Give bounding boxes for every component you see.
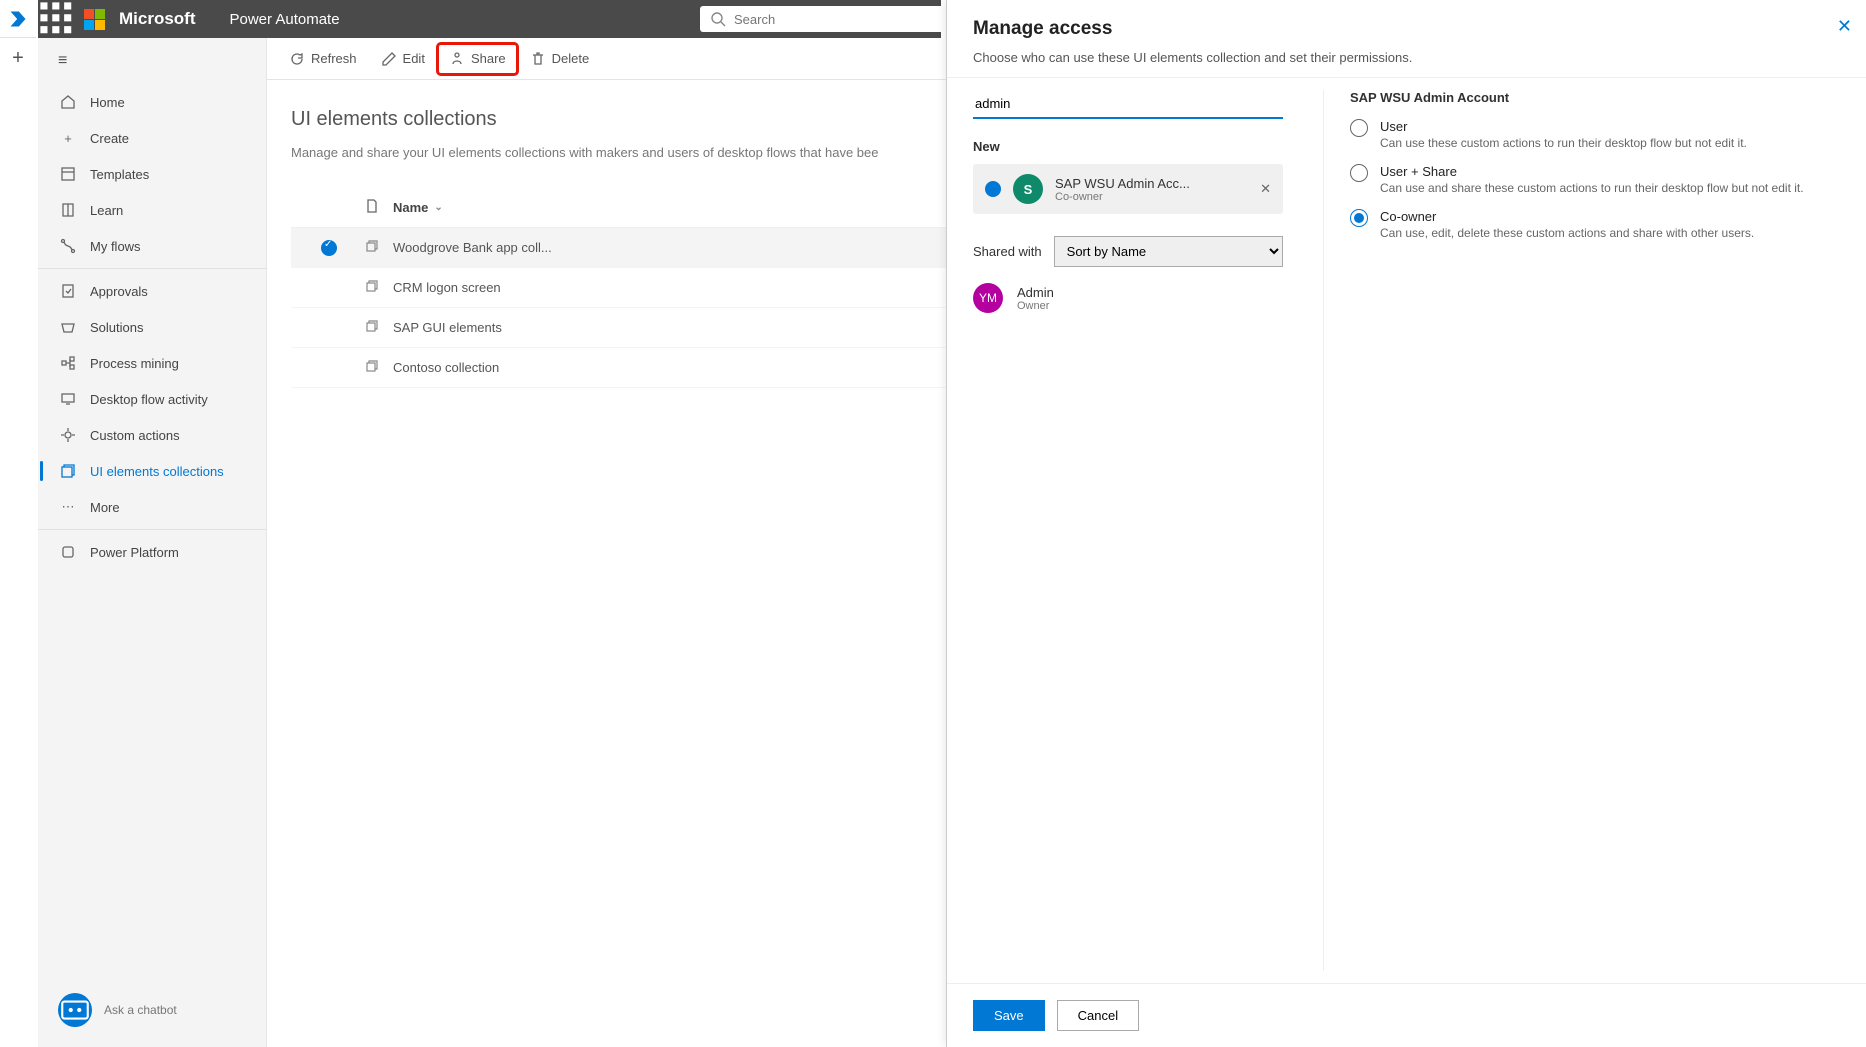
microsoft-logo-icon: [84, 9, 105, 30]
sidebar-item-label: Approvals: [90, 284, 148, 299]
avatar: YM: [973, 283, 1003, 313]
admin-name: Admin: [1017, 285, 1054, 300]
panel-title: Manage access: [973, 18, 1840, 40]
chatbot-row: Ask a chatbot: [38, 973, 266, 1047]
monitor-icon: [60, 391, 76, 407]
sidebar-item-my-flows[interactable]: My flows: [38, 228, 266, 264]
new-user-name: SAP WSU Admin Acc...: [1055, 176, 1190, 191]
radio-icon[interactable]: [1350, 209, 1368, 227]
plus-icon: +: [60, 130, 76, 146]
more-icon: ⋯: [60, 499, 76, 515]
search-icon: [710, 11, 726, 27]
permissions-account-title: SAP WSU Admin Account: [1350, 90, 1840, 105]
edit-button[interactable]: Edit: [371, 45, 435, 73]
sidebar-item-label: Create: [90, 131, 129, 146]
panel-subtitle: Choose who can use these UI elements col…: [973, 50, 1840, 65]
sidebar-item-more[interactable]: ⋯ More: [38, 489, 266, 525]
permission-user[interactable]: UserCan use these custom actions to run …: [1350, 119, 1840, 150]
collection-icon: [364, 278, 380, 294]
sidebar-item-label: Learn: [90, 203, 123, 218]
approval-icon: [60, 283, 76, 299]
permission-user-share[interactable]: User + ShareCan use and share these cust…: [1350, 164, 1840, 195]
avatar: S: [1013, 174, 1043, 204]
collection-icon: [364, 358, 380, 374]
delete-icon: [530, 51, 546, 67]
solutions-icon: [60, 319, 76, 335]
shared-user-row: YM Admin Owner: [973, 283, 1283, 313]
share-button[interactable]: Share: [439, 45, 516, 73]
sidebar-item-label: Custom actions: [90, 428, 180, 443]
brand-name: Microsoft: [119, 9, 196, 29]
platform-icon: [60, 544, 76, 560]
book-icon: [60, 202, 76, 218]
sidebar-item-ui-elements[interactable]: UI elements collections: [38, 453, 266, 489]
power-automate-icon: [8, 9, 28, 29]
sidebar-item-label: My flows: [90, 239, 141, 254]
shared-with-label: Shared with: [973, 244, 1042, 259]
new-user-radio[interactable]: [985, 181, 1001, 197]
sidebar-item-home[interactable]: Home: [38, 84, 266, 120]
refresh-icon: [289, 51, 305, 67]
sidebar: ≡ Home +Create Templates Learn My flows …: [38, 38, 267, 1047]
app-launcher-icon[interactable]: [38, 0, 76, 38]
product-name: Power Automate: [230, 11, 340, 28]
save-button[interactable]: Save: [973, 1000, 1045, 1031]
sidebar-divider: [38, 529, 266, 530]
sidebar-item-templates[interactable]: Templates: [38, 156, 266, 192]
radio-icon[interactable]: [1350, 119, 1368, 137]
flows-icon: [60, 238, 76, 254]
sidebar-divider: [38, 268, 266, 269]
sidebar-item-label: Power Platform: [90, 545, 179, 560]
remove-user-icon[interactable]: ✕: [1260, 181, 1271, 197]
close-icon[interactable]: ✕: [1837, 16, 1852, 37]
app-tab[interactable]: [0, 0, 36, 38]
sidebar-item-process-mining[interactable]: Process mining: [38, 345, 266, 381]
chevron-down-icon: ⌄: [434, 202, 442, 213]
hamburger-icon[interactable]: ≡: [38, 38, 266, 84]
sidebar-item-label: Desktop flow activity: [90, 392, 208, 407]
sidebar-item-label: Process mining: [90, 356, 179, 371]
templates-icon: [60, 166, 76, 182]
cancel-button[interactable]: Cancel: [1057, 1000, 1139, 1031]
mining-icon: [60, 355, 76, 371]
collections-icon: [60, 463, 76, 479]
sidebar-item-create[interactable]: + Create: [38, 120, 266, 156]
sidebar-item-label: Solutions: [90, 320, 143, 335]
sort-select[interactable]: Sort by Name: [1054, 236, 1283, 267]
admin-role: Owner: [1017, 300, 1054, 312]
chatbot-label: Ask a chatbot: [104, 1003, 177, 1017]
file-icon: [364, 198, 380, 214]
sidebar-item-desktop-flow[interactable]: Desktop flow activity: [38, 381, 266, 417]
manage-access-panel: ✕ Manage access Choose who can use these…: [946, 0, 1866, 1047]
sidebar-item-custom-actions[interactable]: Custom actions: [38, 417, 266, 453]
microsoft-logo: Microsoft: [84, 9, 196, 30]
new-label: New: [973, 139, 1283, 154]
new-user-role: Co-owner: [1055, 191, 1190, 203]
sidebar-item-power-platform[interactable]: Power Platform: [38, 534, 266, 570]
chatbot-button[interactable]: [58, 993, 92, 1027]
sidebar-item-learn[interactable]: Learn: [38, 192, 266, 228]
delete-button[interactable]: Delete: [520, 45, 600, 73]
sidebar-item-label: Templates: [90, 167, 149, 182]
new-tab-button[interactable]: +: [6, 46, 30, 70]
new-user-chip[interactable]: S SAP WSU Admin Acc... Co-owner ✕: [973, 164, 1283, 214]
people-search-input[interactable]: [973, 90, 1283, 119]
permission-co-owner[interactable]: Co-ownerCan use, edit, delete these cust…: [1350, 209, 1840, 240]
sidebar-item-approvals[interactable]: Approvals: [38, 273, 266, 309]
row-checkbox[interactable]: [321, 240, 337, 256]
sidebar-item-solutions[interactable]: Solutions: [38, 309, 266, 345]
sidebar-item-label: UI elements collections: [90, 464, 224, 479]
sidebar-item-label: Home: [90, 95, 125, 110]
radio-icon[interactable]: [1350, 164, 1368, 182]
refresh-button[interactable]: Refresh: [279, 45, 367, 73]
gear-icon: [60, 427, 76, 443]
home-icon: [60, 94, 76, 110]
share-icon: [449, 51, 465, 67]
collection-icon: [364, 238, 380, 254]
edit-icon: [381, 51, 397, 67]
chatbot-icon: [58, 993, 92, 1027]
collection-icon: [364, 318, 380, 334]
sidebar-item-label: More: [90, 500, 120, 515]
